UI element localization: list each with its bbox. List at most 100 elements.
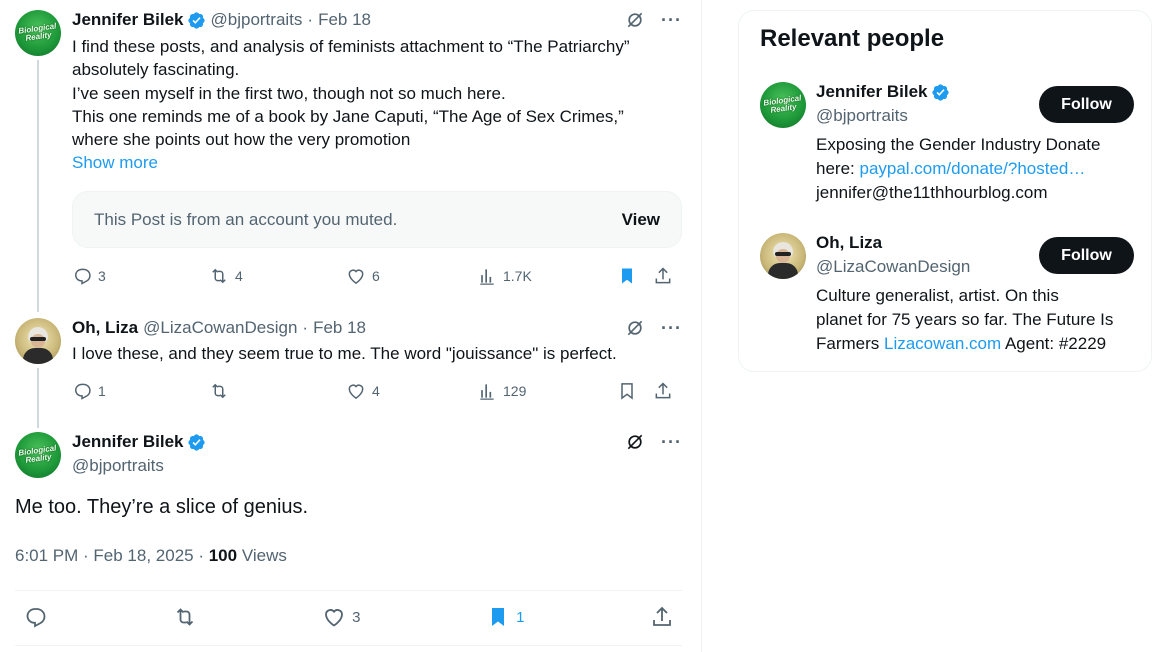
follow-button[interactable]: Follow [1039,86,1134,123]
avatar[interactable]: Biological Reality [15,432,61,478]
post-timestamp[interactable]: 6:01 PM · Feb 18, 2025 · [15,546,209,565]
author-handle[interactable]: @LizaCowanDesign [143,318,297,338]
avatar-logo-text: Biological Reality [762,93,802,115]
view-muted-button[interactable]: View [622,210,660,230]
more-icon[interactable]: ··· [661,432,682,453]
thread-line [37,60,39,312]
person-bio: Culture generalist, artist. On this plan… [816,284,1134,356]
bio-text: here: [816,159,860,178]
person-card[interactable]: Biological Reality Jennifer Bilek @bjpor… [760,82,1134,212]
like-icon [346,266,366,286]
repost-icon [209,381,229,401]
avatar[interactable]: Biological Reality [760,82,806,128]
like-count: 4 [372,383,380,399]
post-header: Oh, Liza @LizaCowanDesign · Feb 18 ··· [72,318,682,338]
like-count: 6 [372,268,380,284]
person-name[interactable]: Jennifer Bilek [816,82,950,102]
verified-badge-icon [187,11,206,30]
post-actions: 3 4 6 1.7K [72,265,682,287]
repost-count: 4 [235,268,243,284]
share-icon [650,605,674,629]
post-date[interactable]: Feb 18 [313,318,366,338]
separator-dot: · [302,318,309,337]
person-handle[interactable]: @LizaCowanDesign [816,257,970,277]
main-timeline: Biological Reality Jennifer Bilek @bjpor… [0,0,702,652]
verified-badge-icon [187,433,206,452]
show-more-link[interactable]: Show more [72,151,682,174]
thread-line [37,368,39,428]
post-text: I find these posts, and analysis of femi… [72,35,682,175]
author-handle[interactable]: @bjportraits [211,10,303,30]
bio-text: Agent: #2229 [1001,334,1107,353]
bookmark-button[interactable]: 1 [486,605,524,629]
follow-button[interactable]: Follow [1039,237,1134,274]
repost-button[interactable] [173,605,197,629]
person-handle[interactable]: @bjportraits [816,106,908,126]
grok-icon[interactable] [625,432,645,452]
bio-line: here: paypal.com/donate/?hosted… [816,157,1134,181]
author-name[interactable]: Oh, Liza [72,318,138,338]
grok-icon[interactable] [625,318,645,338]
grok-icon[interactable] [625,10,645,30]
avatar-logo-text: Biological Reality [17,443,57,465]
focal-post-header: Jennifer Bilek ··· [72,432,682,452]
author-name[interactable]: Jennifer Bilek [72,432,184,452]
views-label: Views [237,546,287,565]
avatar[interactable] [15,318,61,364]
divider [15,590,682,591]
avatar[interactable]: Biological Reality [15,10,61,56]
post-text-line: absolutely fascinating. [72,60,240,80]
bio-line: planet for 75 years so far. The Future I… [816,310,1114,329]
avatar[interactable] [760,233,806,279]
reply-button[interactable] [23,605,47,629]
bookmark-icon [486,605,510,629]
post-actions: 1 4 129 [72,380,682,402]
share-icon[interactable] [653,381,673,401]
reply-button[interactable]: 1 [72,381,209,401]
share-button[interactable] [650,605,674,629]
like-button[interactable]: 6 [346,266,477,286]
reply-button[interactable]: 3 [72,266,209,286]
reply-icon [23,605,47,629]
post-date[interactable]: Feb 18 [318,10,371,30]
person-name[interactable]: Oh, Liza [816,233,882,253]
views-count: 100 [208,546,238,565]
post-text-line: This one reminds me of a book by Jane Ca… [72,106,624,126]
sidebar: Relevant people Biological Reality Jenni… [738,10,1152,372]
bio-link[interactable]: paypal.com/donate/?hosted… [859,159,1085,178]
views-button[interactable]: 129 [477,381,617,401]
bookmark-count: 1 [516,608,525,626]
author-handle[interactable]: @bjportraits [72,456,164,476]
repost-button[interactable] [209,381,346,401]
relevant-people-panel: Relevant people Biological Reality Jenni… [738,10,1152,372]
bio-link[interactable]: Lizacowan.com [884,334,1001,353]
like-button[interactable]: 3 [322,605,361,629]
post-header: Jennifer Bilek @bjportraits · Feb 18 ··· [72,10,682,30]
more-icon[interactable]: ··· [661,318,682,339]
post-text-line: where she points out how the very promot… [72,130,411,150]
bookmark-icon[interactable] [617,266,637,286]
bookmark-icon[interactable] [617,381,637,401]
bio-line: Farmers Lizacowan.com Agent: #2229 [816,332,1134,356]
bio-line: Exposing the Gender Industry Donate [816,135,1101,154]
views-icon [477,381,497,401]
reply-icon [72,381,92,401]
like-button[interactable]: 4 [346,381,477,401]
bio-line: jennifer@the11thhourblog.com [816,183,1048,202]
person-name-text: Jennifer Bilek [816,82,928,101]
views-button[interactable]: 1.7K [477,266,617,286]
more-icon[interactable]: ··· [661,10,682,31]
repost-button[interactable]: 4 [209,266,346,286]
views-count: 1.7K [503,268,532,284]
person-card[interactable]: Oh, Liza @LizaCowanDesign Follow Culture… [760,233,1134,363]
like-icon [346,381,366,401]
author-name[interactable]: Jennifer Bilek [72,10,184,30]
muted-notice-text: This Post is from an account you muted. [94,209,398,229]
avatar-logo-text: Biological Reality [17,21,57,43]
post-text-line: I’ve seen myself in the first two, thoug… [72,83,506,103]
panel-title: Relevant people [760,25,945,52]
post-text: I love these, and they seem true to me. … [72,344,617,363]
share-icon[interactable] [653,266,673,286]
verified-badge-icon [931,83,950,102]
reply-count: 1 [98,383,106,399]
